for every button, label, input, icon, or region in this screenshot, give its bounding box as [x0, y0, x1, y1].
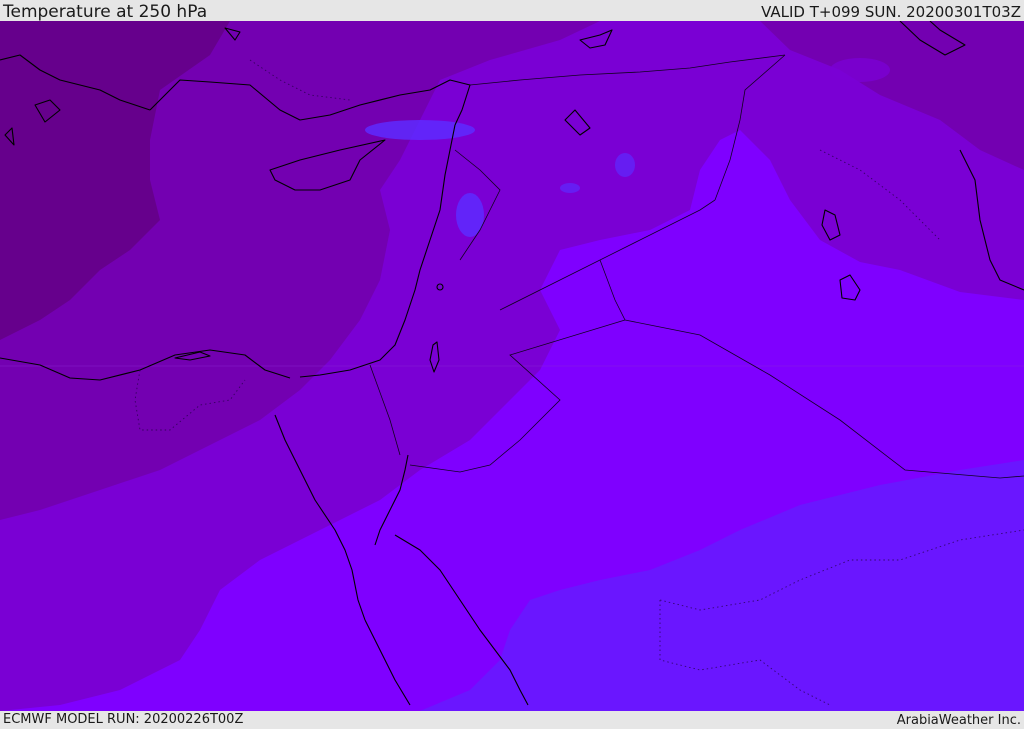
model-run: ECMWF MODEL RUN: 20200226T00Z	[3, 712, 244, 727]
valid-time: VALID T+099 SUN. 20200301T03Z	[761, 3, 1021, 21]
map-title: Temperature at 250 hPa	[3, 2, 208, 22]
temperature-map	[0, 21, 1024, 711]
patch-blue-3	[615, 153, 635, 177]
credit: ArabiaWeather Inc.	[896, 713, 1021, 728]
weather-map-frame: Temperature at 250 hPa VALID T+099 SUN. …	[0, 0, 1024, 729]
patch-blue-1	[365, 120, 475, 140]
patch-violet-nw	[830, 58, 890, 82]
title-bar: Temperature at 250 hPa VALID T+099 SUN. …	[0, 0, 1024, 21]
footer-bar: ECMWF MODEL RUN: 20200226T00Z ArabiaWeat…	[0, 711, 1024, 729]
patch-blue-4	[560, 183, 580, 193]
